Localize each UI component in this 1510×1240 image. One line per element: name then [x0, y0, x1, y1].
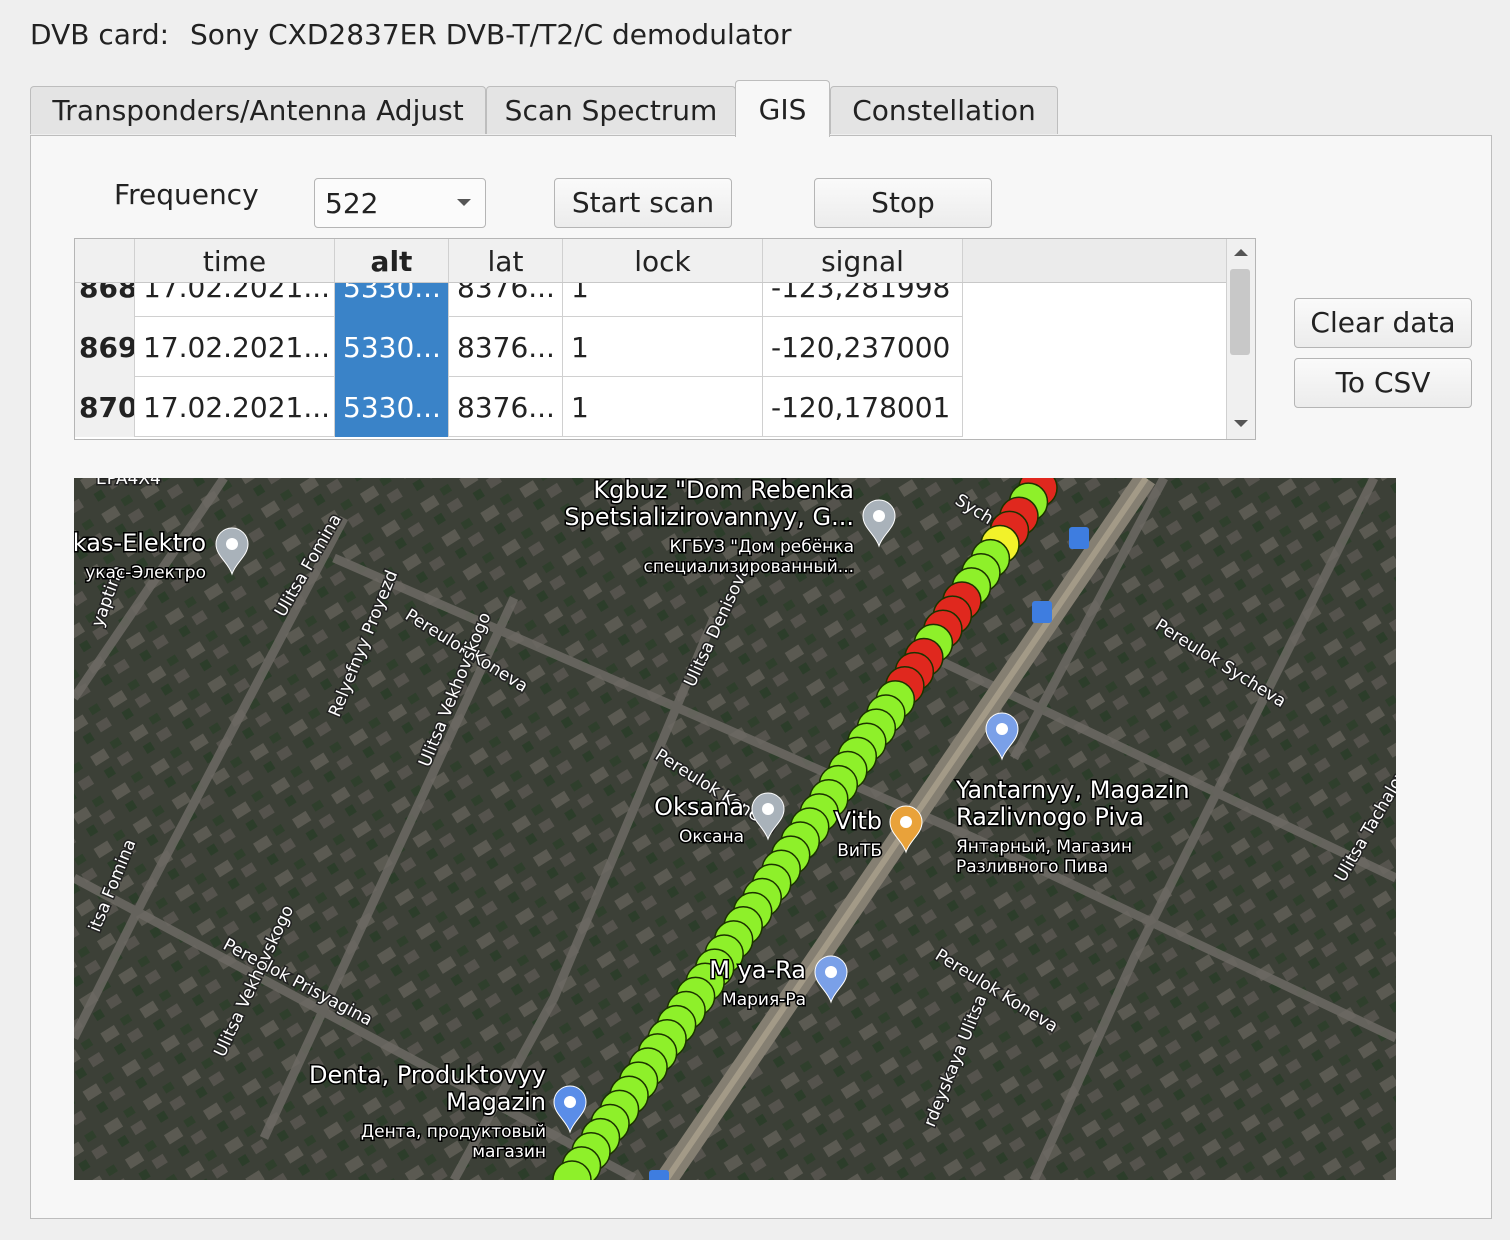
cell-signal[interactable]: -120,237000 [763, 317, 963, 377]
col-lat[interactable]: lat [449, 239, 563, 282]
place-label: Дента, продуктовый [361, 1122, 546, 1142]
cell-time[interactable]: 17.02.2021... [135, 317, 335, 377]
cell-time[interactable]: 17.02.2021... [135, 377, 335, 437]
place-label: Spetsializirovannyy, G... [564, 503, 854, 531]
satellite-map[interactable]: Pereulok Koneva Pereulok Koneva Pereulok K… [74, 478, 1396, 1180]
table-row[interactable]: 870 17.02.2021... 5330... 8376... 1 -120… [75, 377, 963, 437]
table-row[interactable]: 869 17.02.2021... 5330... 8376... 1 -120… [75, 317, 963, 377]
place-label: Magazin [446, 1088, 546, 1116]
place-label: kas-Elektro [74, 529, 206, 557]
map-canvas[interactable]: Pereulok KonevaPereulok KonevaPereulok K… [74, 478, 1396, 1180]
frequency-combo[interactable]: 522 [314, 178, 486, 228]
clear-data-button[interactable]: Clear data [1294, 298, 1472, 348]
col-lock[interactable]: lock [563, 239, 763, 282]
cell-signal[interactable]: -120,178001 [763, 377, 963, 437]
stop-button[interactable]: Stop [814, 178, 992, 228]
place-label: Razlivnogo Piva [956, 803, 1144, 831]
col-signal[interactable]: signal [763, 239, 963, 282]
place-label: Мария-Ра [722, 990, 806, 1010]
corner-cell [75, 239, 135, 282]
place-label: Разливного Пива [956, 857, 1108, 877]
tab-gis[interactable]: GIS [735, 80, 830, 137]
place-label: Янтарный, Магазин [956, 837, 1132, 857]
place-label: специализированный... [644, 557, 855, 577]
cell-alt[interactable]: 5330... [335, 377, 449, 437]
place-label: магазин [472, 1142, 546, 1162]
scroll-down-icon[interactable] [1234, 420, 1248, 427]
place-label: Denta, Produktovyy [309, 1061, 546, 1089]
cell-lock[interactable]: 1 [563, 377, 763, 437]
dvb-card-value: Sony CXD2837ER DVB-T/T2/C demodulator [190, 18, 792, 51]
tab-constellation[interactable]: Constellation [830, 86, 1058, 134]
place-label: Yantarnyy, Magazin [955, 776, 1190, 804]
street-label: EPA4X4 [96, 478, 161, 489]
place-label: Оксана [679, 827, 744, 847]
table-scrollbar[interactable] [1226, 239, 1255, 439]
place-label: M ya-Ra [709, 956, 806, 984]
row-header[interactable]: 869 [75, 317, 135, 377]
cell-alt[interactable]: 5330... [335, 317, 449, 377]
scroll-thumb[interactable] [1230, 269, 1250, 355]
cell-lat[interactable]: 8376... [449, 377, 563, 437]
place-label: Oksana [654, 793, 744, 821]
chevron-down-icon [457, 199, 471, 206]
col-alt[interactable]: alt [335, 239, 449, 282]
to-csv-button[interactable]: To CSV [1294, 358, 1472, 408]
row-header[interactable]: 870 [75, 377, 135, 437]
header-filler [963, 239, 1227, 283]
frequency-value: 522 [325, 187, 379, 220]
cell-lat[interactable]: 8376... [449, 317, 563, 377]
tab-scan-spectrum[interactable]: Scan Spectrum [486, 86, 736, 134]
start-scan-button[interactable]: Start scan [554, 178, 732, 228]
frequency-label: Frequency [114, 178, 259, 211]
cell-lock[interactable]: 1 [563, 317, 763, 377]
dvb-card-label: DVB card: [30, 18, 170, 51]
col-time[interactable]: time [135, 239, 335, 282]
dvb-card-row: DVB card: Sony CXD2837ER DVB-T/T2/C demod… [30, 18, 792, 51]
place-label: КГБУЗ "Дом ребёнка [670, 537, 855, 557]
table-header: time alt lat lock signal [75, 239, 963, 283]
place-label: ВиТБ [837, 841, 882, 861]
place-label: Kgbuz "Dom Rebenka [593, 478, 854, 504]
place-label: Vitb [835, 807, 882, 835]
place-label: укас-Электро [85, 563, 206, 583]
data-table: time alt lat lock signal 868 17.02.2021.… [74, 238, 1256, 440]
scroll-up-icon[interactable] [1234, 249, 1248, 256]
tab-transponders[interactable]: Transponders/Antenna Adjust [30, 86, 486, 134]
